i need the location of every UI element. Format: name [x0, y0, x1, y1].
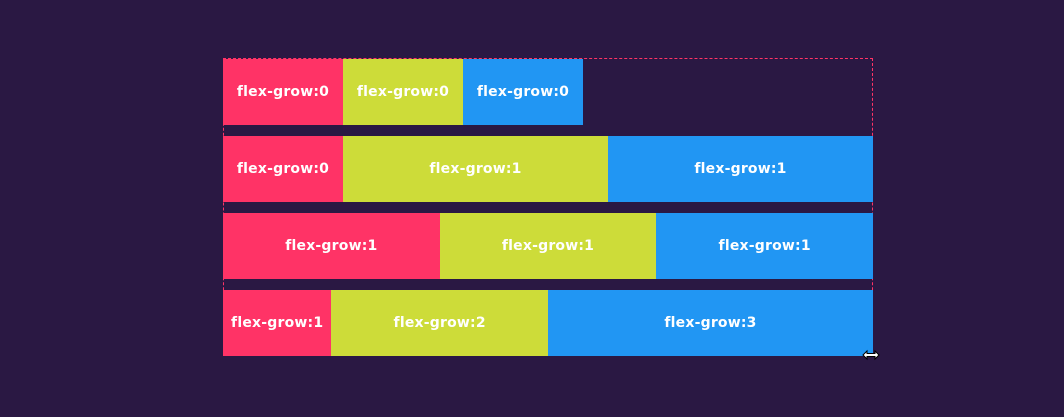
flex-row-4: flex-grow:1 flex-grow:2 flex-grow:3 — [223, 290, 873, 356]
flex-item-3: flex-grow:1 — [656, 213, 874, 279]
flex-item-2: flex-grow:1 — [439, 213, 657, 279]
flex-item-1: flex-grow:1 — [223, 213, 440, 279]
flex-item-1: flex-grow:1 — [223, 290, 332, 356]
flex-item-3: flex-grow:3 — [548, 290, 873, 356]
flex-item-2: flex-grow:2 — [331, 290, 548, 356]
flex-row-3: flex-grow:1 flex-grow:1 flex-grow:1 — [223, 213, 874, 279]
flex-item-3: flex-grow:0 — [463, 59, 583, 125]
flex-item-1: flex-grow:0 — [223, 136, 343, 202]
flex-item-3: flex-grow:1 — [608, 136, 873, 202]
flex-item-2: flex-grow:1 — [343, 136, 608, 202]
flex-item-1: flex-grow:0 — [223, 59, 343, 125]
flex-row-2: flex-grow:0 flex-grow:1 flex-grow:1 — [223, 136, 873, 202]
resize-horizontal-cursor-icon — [862, 349, 880, 361]
flex-item-2: flex-grow:0 — [343, 59, 463, 125]
flex-row-1: flex-grow:0 flex-grow:0 flex-grow:0 — [223, 59, 873, 125]
